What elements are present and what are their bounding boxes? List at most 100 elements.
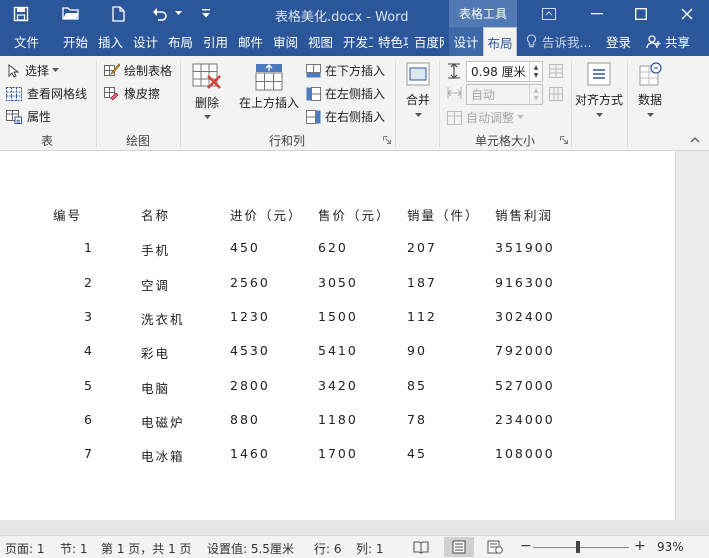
table-header-cell[interactable]: 编号 [53, 205, 82, 224]
share-button[interactable]: 共享 [646, 27, 690, 56]
collapse-ribbon-icon[interactable] [690, 136, 700, 143]
document-page[interactable]: 编号 名称 进价（元） 售价（元） 销量（件） 销售利润 1 手机 450 62… [0, 151, 675, 520]
table-cell[interactable]: 彩电 [141, 343, 170, 362]
column-width-spinner[interactable]: ▲ ▼ [529, 85, 542, 104]
table-cell[interactable]: 450 [230, 240, 260, 255]
distribute-columns-icon[interactable] [549, 87, 563, 101]
table-cell[interactable]: 5 [54, 378, 94, 393]
save-icon[interactable] [8, 0, 34, 27]
ribbon-display-options-icon[interactable] [532, 0, 566, 27]
undo-icon[interactable] [148, 0, 172, 27]
table-cell[interactable]: 7 [54, 446, 94, 461]
zoom-in-button[interactable]: + [634, 538, 646, 554]
table-cell[interactable]: 洗衣机 [141, 309, 185, 328]
table-cell[interactable]: 1 [54, 240, 94, 255]
table-cell[interactable]: 5410 [318, 343, 358, 358]
table-cell[interactable]: 187 [407, 275, 437, 290]
insert-right-button[interactable]: 在右侧插入 [306, 108, 385, 125]
rows-columns-launcher-icon[interactable] [383, 136, 391, 144]
table-cell[interactable]: 302400 [495, 309, 555, 324]
column-width-field[interactable]: 自动 ▲ ▼ [466, 84, 543, 105]
tab-layout[interactable]: 布局 [168, 27, 193, 56]
tab-view[interactable]: 视图 [308, 27, 333, 56]
table-cell[interactable]: 2 [54, 275, 94, 290]
table-cell[interactable]: 手机 [141, 240, 170, 259]
status-setting-value[interactable]: 设置值: 5.5厘米 [207, 540, 294, 557]
tab-table-layout[interactable]: 布局 [483, 27, 517, 56]
status-section[interactable]: 节: 1 [60, 540, 88, 557]
status-page-of[interactable]: 第 1 页，共 1 页 [101, 540, 192, 557]
zoom-level[interactable]: 93% [657, 540, 684, 554]
status-column[interactable]: 列: 1 [356, 540, 384, 557]
tab-insert[interactable]: 插入 [98, 27, 123, 56]
insert-above-button[interactable]: 在上方插入 [238, 62, 300, 111]
table-cell[interactable]: 1500 [318, 309, 358, 324]
table-cell[interactable]: 527000 [495, 378, 555, 393]
cell-size-launcher-icon[interactable] [560, 136, 568, 144]
web-layout-icon[interactable] [487, 540, 503, 557]
insert-below-button[interactable]: 在下方插入 [306, 62, 385, 79]
table-cell[interactable]: 1460 [230, 446, 270, 461]
data-button[interactable]: 数据 [632, 60, 668, 118]
table-cell[interactable]: 45 [407, 446, 427, 461]
new-document-icon[interactable] [106, 0, 130, 27]
tab-review[interactable]: 审阅 [273, 27, 298, 56]
tab-developer[interactable]: 开发工 [343, 27, 373, 56]
table-header-cell[interactable]: 销售利润 [495, 205, 553, 224]
read-mode-icon[interactable] [413, 540, 429, 557]
delete-button[interactable]: 删除 [188, 62, 226, 120]
table-cell[interactable]: 916300 [495, 275, 555, 290]
login-link[interactable]: 登录 [606, 27, 631, 56]
table-cell[interactable]: 351900 [495, 240, 555, 255]
customize-toolbar-icon[interactable] [198, 0, 214, 27]
table-header-cell[interactable]: 售价（元） [318, 205, 391, 224]
undo-dropdown-icon[interactable] [172, 0, 184, 27]
minimize-icon[interactable] [580, 0, 614, 27]
draw-table-button[interactable]: 绘制表格 [104, 62, 172, 79]
tab-file[interactable]: 文件 [14, 27, 39, 56]
table-cell[interactable]: 90 [407, 343, 427, 358]
table-cell[interactable]: 电冰箱 [141, 446, 185, 465]
print-layout-icon[interactable] [444, 537, 474, 557]
insert-left-button[interactable]: 在左侧插入 [306, 85, 385, 102]
autofit-button[interactable]: 自动调整 [447, 109, 525, 126]
merge-button[interactable]: 合并 [402, 60, 434, 118]
tab-references[interactable]: 引用 [203, 27, 228, 56]
table-cell[interactable]: 3 [54, 309, 94, 324]
table-cell[interactable]: 207 [407, 240, 437, 255]
table-cell[interactable]: 电磁炉 [141, 412, 185, 431]
table-cell[interactable]: 2800 [230, 378, 270, 393]
table-cell[interactable]: 电脑 [141, 378, 170, 397]
close-icon[interactable] [670, 0, 704, 27]
eraser-button[interactable]: 橡皮擦 [104, 85, 160, 102]
properties-button[interactable]: 属性 [6, 108, 51, 125]
tell-me-box[interactable]: 告诉我... [526, 27, 591, 56]
table-cell[interactable]: 1700 [318, 446, 358, 461]
table-cell[interactable]: 1230 [230, 309, 270, 324]
status-row[interactable]: 行: 6 [314, 540, 342, 557]
table-header-cell[interactable]: 名称 [141, 205, 170, 224]
table-cell[interactable]: 4530 [230, 343, 270, 358]
row-height-field[interactable]: 0.98 厘米 ▲ ▼ [466, 61, 543, 82]
table-cell[interactable]: 3420 [318, 378, 358, 393]
table-cell[interactable]: 1180 [318, 412, 358, 427]
zoom-slider-thumb[interactable] [576, 541, 580, 553]
vertical-scrollbar[interactable] [675, 151, 709, 520]
table-cell[interactable]: 234000 [495, 412, 555, 427]
table-cell[interactable]: 880 [230, 412, 260, 427]
table-cell[interactable]: 2560 [230, 275, 270, 290]
table-cell[interactable]: 空调 [141, 275, 170, 294]
tab-special-features[interactable]: 特色功 [378, 27, 408, 56]
row-height-spinner[interactable]: ▲ ▼ [529, 62, 542, 81]
table-cell[interactable]: 78 [407, 412, 427, 427]
table-cell[interactable]: 112 [407, 309, 437, 324]
table-cell[interactable]: 4 [54, 343, 94, 358]
table-header-cell[interactable]: 销量（件） [407, 205, 480, 224]
status-page[interactable]: 页面: 1 [5, 540, 45, 557]
distribute-rows-icon[interactable] [549, 64, 563, 78]
zoom-slider[interactable] [533, 547, 629, 548]
tab-table-design[interactable]: 设计 [449, 27, 483, 56]
table-cell[interactable]: 792000 [495, 343, 555, 358]
tab-home[interactable]: 开始 [63, 27, 88, 56]
table-cell[interactable]: 6 [54, 412, 94, 427]
